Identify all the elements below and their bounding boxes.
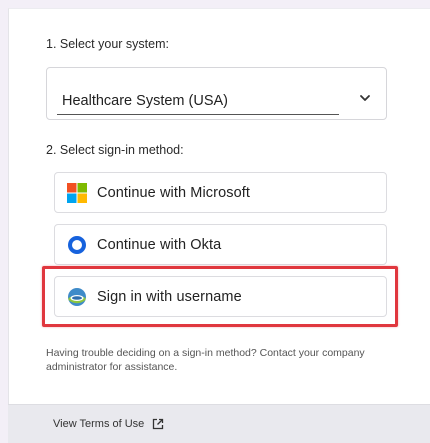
system-select-value: Healthcare System (USA) — [62, 93, 228, 109]
select-underline — [57, 114, 339, 115]
system-select[interactable]: Healthcare System (USA) — [46, 67, 387, 120]
okta-button-label: Continue with Okta — [97, 236, 222, 253]
username-button-label: Sign in with username — [97, 288, 242, 305]
continue-with-okta-button[interactable]: Continue with Okta — [54, 224, 387, 265]
microsoft-button-label: Continue with Microsoft — [97, 184, 250, 201]
external-link-icon — [153, 418, 164, 430]
microsoft-logo-icon — [67, 182, 87, 203]
username-logo-icon — [68, 287, 86, 306]
step1-label: 1. Select your system: — [46, 37, 169, 51]
help-text: Having trouble deciding on a sign-in met… — [46, 347, 365, 373]
view-terms-of-use-link[interactable]: View Terms of Use — [53, 418, 164, 430]
continue-with-microsoft-button[interactable]: Continue with Microsoft — [54, 172, 387, 213]
step2-label: 2. Select sign-in method: — [46, 143, 184, 157]
okta-logo-icon — [68, 235, 86, 254]
sign-in-with-username-button[interactable]: Sign in with username — [54, 276, 387, 317]
chevron-down-icon[interactable] — [358, 92, 372, 104]
terms-link-label: View Terms of Use — [53, 418, 145, 430]
footer: View Terms of Use — [8, 404, 430, 443]
